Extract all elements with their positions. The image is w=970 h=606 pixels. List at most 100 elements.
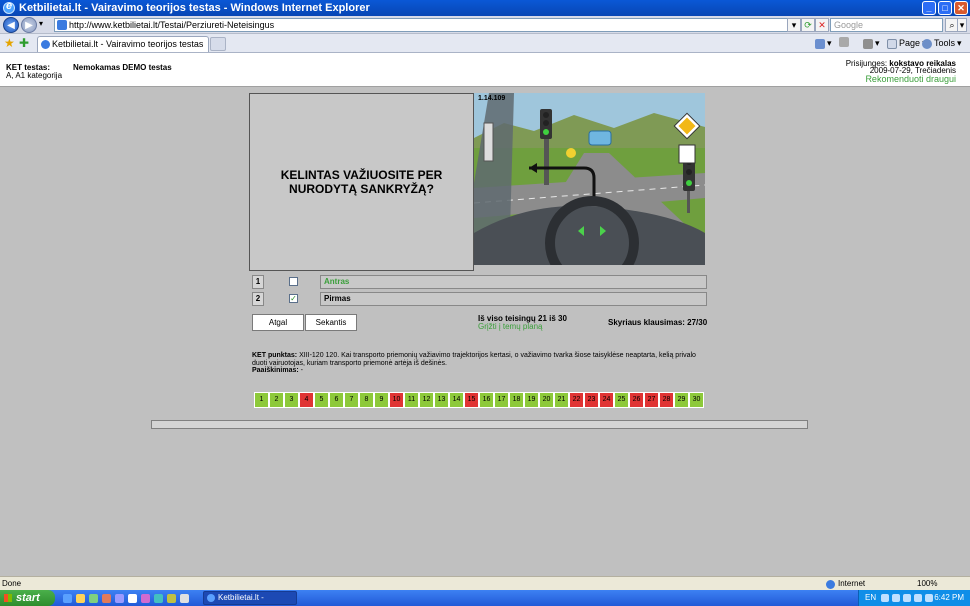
security-zone[interactable]: Internet: [826, 578, 865, 590]
favorites-star-icon[interactable]: ★: [4, 37, 15, 49]
question-nav-cell[interactable]: 13: [434, 392, 449, 408]
intersection-illustration: [474, 93, 705, 265]
question-nav-cell[interactable]: 8: [359, 392, 374, 408]
clock: 6:42 PM: [934, 593, 964, 602]
page-menu[interactable]: Page▾: [887, 37, 927, 50]
back-to-topics-link[interactable]: Grįžti į temų planą: [478, 322, 542, 331]
question-nav-cell[interactable]: 9: [374, 392, 389, 408]
question-nav-cell[interactable]: 26: [629, 392, 644, 408]
question-nav-cell[interactable]: 30: [689, 392, 704, 408]
question-nav-cell[interactable]: 18: [509, 392, 524, 408]
explanation-label: Paaiškinimas:: [252, 367, 299, 374]
question-nav-cell[interactable]: 28: [659, 392, 674, 408]
question-nav-cell[interactable]: 17: [494, 392, 509, 408]
ket-rule: KET punktas: XIII-120 120. Kai transport…: [252, 352, 707, 368]
tray-icon[interactable]: [914, 594, 922, 602]
answer-text: Antras: [320, 275, 707, 289]
question-nav-cell[interactable]: 3: [284, 392, 299, 408]
page-header: KET testas: A, A1 kategorija Nemokamas D…: [0, 53, 970, 87]
answer-checkbox-checked[interactable]: ✓: [289, 294, 298, 303]
question-nav-cell[interactable]: 27: [644, 392, 659, 408]
feeds-button[interactable]: [839, 37, 849, 47]
image-id-label: 1.14.109: [478, 95, 506, 102]
quicklaunch-app4-icon[interactable]: [141, 594, 150, 603]
search-input[interactable]: Google: [830, 18, 943, 32]
question-nav-cell[interactable]: 10: [389, 392, 404, 408]
question-nav-cell[interactable]: 4: [299, 392, 314, 408]
question-nav-cell[interactable]: 24: [599, 392, 614, 408]
question-nav-cell[interactable]: 7: [344, 392, 359, 408]
question-nav-cell[interactable]: 14: [449, 392, 464, 408]
address-dropdown-icon[interactable]: ▾: [787, 18, 801, 32]
tray-icon[interactable]: [903, 594, 911, 602]
stop-icon[interactable]: ✕: [815, 18, 829, 32]
quicklaunch-app5-icon[interactable]: [154, 594, 163, 603]
address-bar-row: ◀ ▶ ▾ http://www.ketbilietai.lt/Testai/P…: [0, 16, 970, 34]
new-tab-button[interactable]: [210, 37, 226, 51]
page-menu-label: Page: [899, 38, 921, 48]
minimize-button[interactable]: _: [922, 1, 936, 15]
close-button[interactable]: ✕: [954, 1, 968, 15]
quicklaunch-app6-icon[interactable]: [167, 594, 176, 603]
question-nav-cell[interactable]: 15: [464, 392, 479, 408]
question-nav-cell[interactable]: 20: [539, 392, 554, 408]
category-label: A, A1 kategorija: [6, 71, 63, 80]
rule-text: XIII-120 120. Kai transporto priemonių v…: [252, 352, 696, 367]
maximize-button[interactable]: □: [938, 1, 952, 15]
forward-icon[interactable]: ▶: [21, 17, 37, 33]
quicklaunch-app3-icon[interactable]: [128, 594, 137, 603]
volume-icon[interactable]: [925, 594, 933, 602]
demo-test-label: Nemokamas DEMO testas: [73, 63, 172, 72]
question-nav-cell[interactable]: 29: [674, 392, 689, 408]
taskbar-ie-window[interactable]: Ketbilietai.lt - Vairavi...: [203, 591, 297, 606]
quicklaunch-folder-icon[interactable]: [76, 594, 85, 603]
tools-menu[interactable]: Tools ▾: [922, 37, 962, 50]
question-nav-cell[interactable]: 21: [554, 392, 569, 408]
question-nav-cell[interactable]: 25: [614, 392, 629, 408]
quicklaunch-app7-icon[interactable]: [180, 594, 189, 603]
quicklaunch-media-icon[interactable]: [102, 594, 111, 603]
print-button[interactable]: ▾: [863, 37, 880, 50]
question-nav-cell[interactable]: 11: [404, 392, 419, 408]
progress-bar: [151, 420, 808, 429]
answer-row[interactable]: 2 ✓ Pirmas: [252, 292, 707, 306]
browser-tab[interactable]: Ketbilietai.lt - Vairavimo teorijos test…: [37, 36, 209, 52]
zone-label: Internet: [838, 579, 866, 588]
feeds-icon: [839, 37, 849, 47]
answer-number: 1: [252, 275, 264, 289]
recent-pages-icon[interactable]: ▾: [39, 19, 43, 28]
explanation: Paaiškinimas: -: [252, 367, 303, 374]
answer-row[interactable]: 1 Antras: [252, 275, 707, 289]
question-nav-cell[interactable]: 22: [569, 392, 584, 408]
search-options-icon[interactable]: ▾: [957, 18, 967, 32]
home-button[interactable]: ▾: [815, 37, 832, 50]
refresh-icon[interactable]: ⟳: [801, 18, 815, 32]
quicklaunch-ie-icon[interactable]: [63, 594, 72, 603]
tray-icon[interactable]: [881, 594, 889, 602]
answer-checkbox[interactable]: [289, 277, 298, 286]
quicklaunch-app-icon[interactable]: [89, 594, 98, 603]
next-button[interactable]: Sekantis: [305, 314, 357, 331]
zoom-level[interactable]: 100%: [917, 578, 937, 590]
question-nav-cell[interactable]: 12: [419, 392, 434, 408]
question-nav-cell[interactable]: 16: [479, 392, 494, 408]
recommend-link[interactable]: Rekomenduoti draugui: [865, 74, 956, 84]
question-nav-cell[interactable]: 23: [584, 392, 599, 408]
question-nav-cell[interactable]: 2: [269, 392, 284, 408]
back-icon[interactable]: ◀: [3, 17, 19, 33]
add-favorites-icon[interactable]: ✚: [19, 37, 29, 49]
language-indicator[interactable]: EN: [865, 590, 876, 606]
start-button[interactable]: start: [0, 590, 55, 606]
question-nav-cell[interactable]: 5: [314, 392, 329, 408]
question-nav-cell[interactable]: 1: [254, 392, 269, 408]
print-icon: [863, 38, 873, 49]
quicklaunch-app2-icon[interactable]: [115, 594, 124, 603]
window-title: Ketbilietai.lt - Vairavimo teorijos test…: [19, 2, 370, 14]
question-nav-cell[interactable]: 6: [329, 392, 344, 408]
window-titlebar[interactable]: Ketbilietai.lt - Vairavimo teorijos test…: [0, 0, 970, 16]
question-nav-cell[interactable]: 19: [524, 392, 539, 408]
address-input[interactable]: http://www.ketbilietai.lt/Testai/Perziur…: [54, 18, 796, 32]
tray-icon[interactable]: [892, 594, 900, 602]
back-button[interactable]: Atgal: [252, 314, 304, 331]
section-question-label: Skyriaus klausimas: 27/30: [608, 318, 708, 327]
